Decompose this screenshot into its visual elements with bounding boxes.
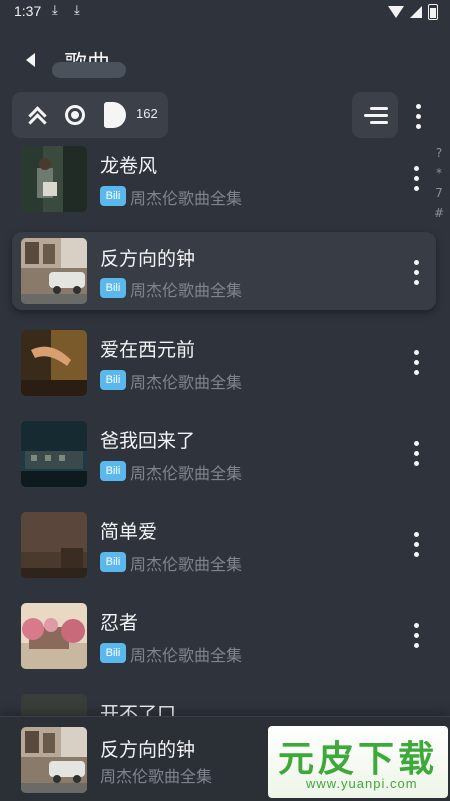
song-more-button[interactable] (406, 617, 426, 653)
status-icons (388, 4, 438, 20)
song-item-playing[interactable]: 反方向的钟 Bili 周杰伦歌曲全集 (12, 232, 436, 310)
playback-toolbar: 162 (12, 92, 168, 138)
song-album: 周杰伦歌曲全集 (130, 464, 243, 483)
song-album: 周杰伦歌曲全集 (130, 189, 243, 208)
album-cover (21, 603, 87, 669)
song-title: 忍者 (100, 612, 139, 634)
song-title: 简单爱 (100, 521, 158, 543)
more-vert-icon (413, 531, 419, 537)
song-item[interactable]: 忍者 Bili 周杰伦歌曲全集 (12, 601, 436, 679)
song-item[interactable]: 爱在西元前 Bili 周杰伦歌曲全集 (12, 328, 436, 406)
source-badge: Bili (100, 186, 126, 206)
more-vert-icon-dot (415, 113, 421, 119)
more-vert-icon-dot (413, 632, 419, 638)
more-options-button[interactable] (408, 98, 428, 134)
song-more-button[interactable] (406, 344, 426, 380)
more-vert-icon-dot (413, 460, 419, 466)
song-album: 周杰伦歌曲全集 (130, 555, 243, 574)
now-playing-album: 周杰伦歌曲全集 (100, 767, 213, 786)
album-cover (21, 694, 87, 718)
watermark-url: www.yuanpi.com (306, 776, 418, 791)
status-bar: 1:37 ⤓ ⤓ (0, 0, 450, 26)
download-icon: ⤓ (52, 3, 58, 18)
source-badge: Bili (100, 278, 126, 298)
more-vert-icon (413, 622, 419, 628)
target-icon (65, 105, 85, 125)
title-indicator (52, 62, 126, 78)
more-vert-icon (413, 165, 419, 171)
song-list: 龙卷风 Bili 周杰伦歌曲全集 反方向的钟 Bili 周杰伦歌曲全集 爱在西元… (0, 144, 450, 718)
source-badge: Bili (100, 370, 126, 390)
back-arrow-icon (25, 53, 35, 67)
more-vert-icon-dot (413, 541, 419, 547)
song-item[interactable]: 爸我回来了 Bili 周杰伦歌曲全集 (12, 419, 436, 497)
status-time: 1:37 (14, 3, 42, 19)
album-cover (21, 238, 87, 304)
more-vert-icon-dot (415, 123, 421, 129)
album-cover (21, 330, 87, 396)
target-dot (71, 111, 79, 119)
song-more-button[interactable] (406, 435, 426, 471)
sort-icon-bar (364, 113, 388, 117)
play-all-button[interactable] (102, 102, 128, 128)
sort-button[interactable] (352, 92, 398, 138)
more-vert-icon (413, 349, 419, 355)
album-cover (21, 146, 87, 212)
sort-icon (370, 106, 388, 110)
battery-icon (428, 4, 438, 20)
watermark-text: 元皮下载 (278, 738, 439, 780)
song-album: 周杰伦歌曲全集 (130, 281, 243, 300)
more-vert-icon-dot (413, 450, 419, 456)
more-vert-icon (413, 259, 419, 265)
more-vert-icon-dot (413, 269, 419, 275)
song-title: 反方向的钟 (100, 248, 196, 270)
more-vert-icon-dot (413, 175, 419, 181)
download-icon: ⤓ (74, 3, 80, 18)
more-vert-icon-dot (413, 369, 419, 375)
now-playing-title: 反方向的钟 (100, 739, 196, 761)
more-vert-icon-dot (413, 185, 419, 191)
more-vert-icon (413, 440, 419, 446)
song-more-button[interactable] (406, 526, 426, 562)
song-title: 龙卷风 (100, 155, 158, 177)
source-badge: Bili (100, 643, 126, 663)
song-album: 周杰伦歌曲全集 (130, 646, 243, 665)
back-button[interactable] (18, 48, 42, 72)
source-badge: Bili (100, 552, 126, 572)
play-icon (104, 102, 126, 128)
album-cover (21, 512, 87, 578)
song-item[interactable]: 简单爱 Bili 周杰伦歌曲全集 (12, 510, 436, 588)
now-playing-cover (21, 727, 87, 793)
watermark-logo: 元皮下载 www.yuanpi.com (268, 726, 448, 798)
sort-icon-bar (370, 120, 388, 124)
locate-current-button[interactable] (62, 102, 88, 128)
song-title: 爸我回来了 (100, 430, 196, 452)
song-more-button[interactable] (406, 160, 426, 196)
more-vert-icon-dot (413, 359, 419, 365)
scroll-top-button[interactable] (24, 102, 50, 132)
song-item[interactable]: 开不了口 (12, 692, 436, 718)
song-count: 162 (136, 106, 158, 121)
more-vert-icon-dot (413, 642, 419, 648)
song-more-button[interactable] (406, 254, 426, 290)
song-album: 周杰伦歌曲全集 (130, 373, 243, 392)
wifi-icon (388, 6, 404, 18)
more-vert-icon-dot (413, 279, 419, 285)
source-badge: Bili (100, 461, 126, 481)
more-vert-icon-dot (413, 551, 419, 557)
signal-icon (410, 6, 422, 18)
album-cover (21, 421, 87, 487)
more-vert-icon (415, 103, 421, 109)
song-title: 爱在西元前 (100, 339, 196, 361)
song-item[interactable]: 龙卷风 Bili 周杰伦歌曲全集 (12, 144, 436, 222)
